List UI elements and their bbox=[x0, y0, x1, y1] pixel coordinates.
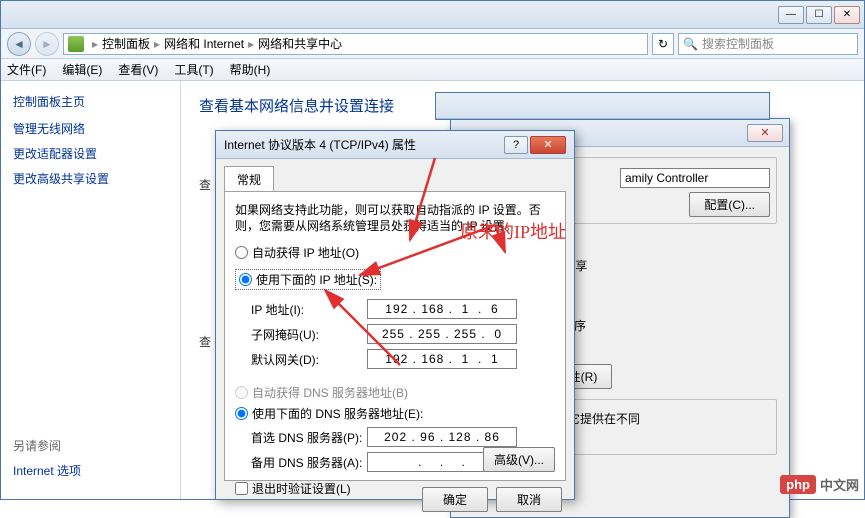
ipv4-titlebar: Internet 协议版本 4 (TCP/IPv4) 属性 ? ✕ bbox=[216, 131, 574, 159]
refresh-button[interactable]: ↻ bbox=[652, 33, 674, 55]
control-panel-icon bbox=[68, 36, 84, 52]
ipv4-close-button[interactable]: ✕ bbox=[530, 136, 566, 154]
ipv4-title: Internet 协议版本 4 (TCP/IPv4) 属性 bbox=[224, 136, 504, 153]
search-icon: 🔍 bbox=[683, 37, 698, 51]
back-button[interactable]: ◄ bbox=[7, 32, 31, 56]
ipv4-tab-body: 如果网络支持此功能，则可以获取自动指派的 IP 设置。否则，您需要从网络系统管理… bbox=[224, 191, 566, 481]
radio-auto-dns bbox=[235, 386, 248, 399]
breadcrumb-part3[interactable]: 网络和共享中心 bbox=[258, 35, 342, 52]
mask-label: 子网掩码(U): bbox=[251, 326, 367, 343]
radio-use-dns[interactable] bbox=[235, 407, 248, 420]
watermark: php 中文网 bbox=[780, 475, 859, 494]
tab-general[interactable]: 常规 bbox=[224, 166, 274, 192]
help-button[interactable]: ? bbox=[504, 136, 528, 154]
sidebar-see-also: 另请参阅 bbox=[13, 437, 81, 454]
menu-help[interactable]: 帮助(H) bbox=[230, 61, 271, 78]
ip-label: IP 地址(I): bbox=[251, 301, 367, 318]
radio-use-ip[interactable] bbox=[239, 273, 252, 286]
menu-view[interactable]: 查看(V) bbox=[118, 61, 158, 78]
menubar: 文件(F) 编辑(E) 查看(V) 工具(T) 帮助(H) bbox=[1, 59, 864, 81]
main-titlebar: — ☐ ✕ bbox=[1, 1, 864, 29]
breadcrumb[interactable]: ▸ 控制面板 ▸ 网络和 Internet ▸ 网络和共享中心 bbox=[63, 33, 648, 55]
controller-name: amily Controller bbox=[620, 168, 770, 188]
radio-auto-ip[interactable] bbox=[235, 246, 248, 259]
bg-close-button[interactable]: ✕ bbox=[747, 124, 783, 142]
ipv4-description: 如果网络支持此功能，则可以获取自动指派的 IP 设置。否则，您需要从网络系统管理… bbox=[235, 202, 555, 234]
dns1-input[interactable] bbox=[367, 427, 517, 447]
forward-button[interactable]: ► bbox=[35, 32, 59, 56]
subnet-mask-input[interactable] bbox=[367, 324, 517, 344]
menu-tools[interactable]: 工具(T) bbox=[174, 61, 213, 78]
search-input[interactable]: 🔍 搜索控制面板 bbox=[678, 33, 858, 55]
dns2-label: 备用 DNS 服务器(A): bbox=[251, 454, 367, 471]
maximize-button[interactable]: ☐ bbox=[806, 6, 832, 24]
gw-label: 默认网关(D): bbox=[251, 351, 367, 368]
breadcrumb-part1[interactable]: 控制面板 bbox=[102, 35, 150, 52]
close-button[interactable]: ✕ bbox=[834, 6, 860, 24]
address-bar-row: ◄ ► ▸ 控制面板 ▸ 网络和 Internet ▸ 网络和共享中心 ↻ 🔍 … bbox=[1, 29, 864, 59]
bg-dialog-1 bbox=[435, 92, 770, 120]
sidebar-item-wireless[interactable]: 管理无线网络 bbox=[13, 120, 168, 137]
menu-edit[interactable]: 编辑(E) bbox=[62, 61, 102, 78]
validate-checkbox[interactable] bbox=[235, 482, 248, 495]
gateway-input[interactable] bbox=[367, 349, 517, 369]
dns1-label: 首选 DNS 服务器(P): bbox=[251, 429, 367, 446]
sidebar-item-sharing[interactable]: 更改高级共享设置 bbox=[13, 170, 168, 187]
advanced-button[interactable]: 高级(V)... bbox=[483, 447, 555, 472]
watermark-badge: php bbox=[780, 475, 816, 494]
watermark-text: 中文网 bbox=[820, 475, 859, 494]
ipv4-properties-dialog: Internet 协议版本 4 (TCP/IPv4) 属性 ? ✕ 常规 如果网… bbox=[215, 130, 575, 500]
sidebar-home[interactable]: 控制面板主页 bbox=[13, 93, 168, 110]
ip-address-input[interactable] bbox=[367, 299, 517, 319]
configure-button[interactable]: 配置(C)... bbox=[689, 192, 770, 217]
sidebar: 控制面板主页 管理无线网络 更改适配器设置 更改高级共享设置 另请参阅 Inte… bbox=[1, 81, 181, 499]
sidebar-item-adapter[interactable]: 更改适配器设置 bbox=[13, 145, 168, 162]
minimize-button[interactable]: — bbox=[778, 6, 804, 24]
breadcrumb-part2[interactable]: 网络和 Internet bbox=[164, 35, 244, 52]
sidebar-internet-options[interactable]: Internet 选项 bbox=[13, 462, 81, 479]
search-placeholder: 搜索控制面板 bbox=[702, 35, 774, 52]
menu-file[interactable]: 文件(F) bbox=[7, 61, 46, 78]
